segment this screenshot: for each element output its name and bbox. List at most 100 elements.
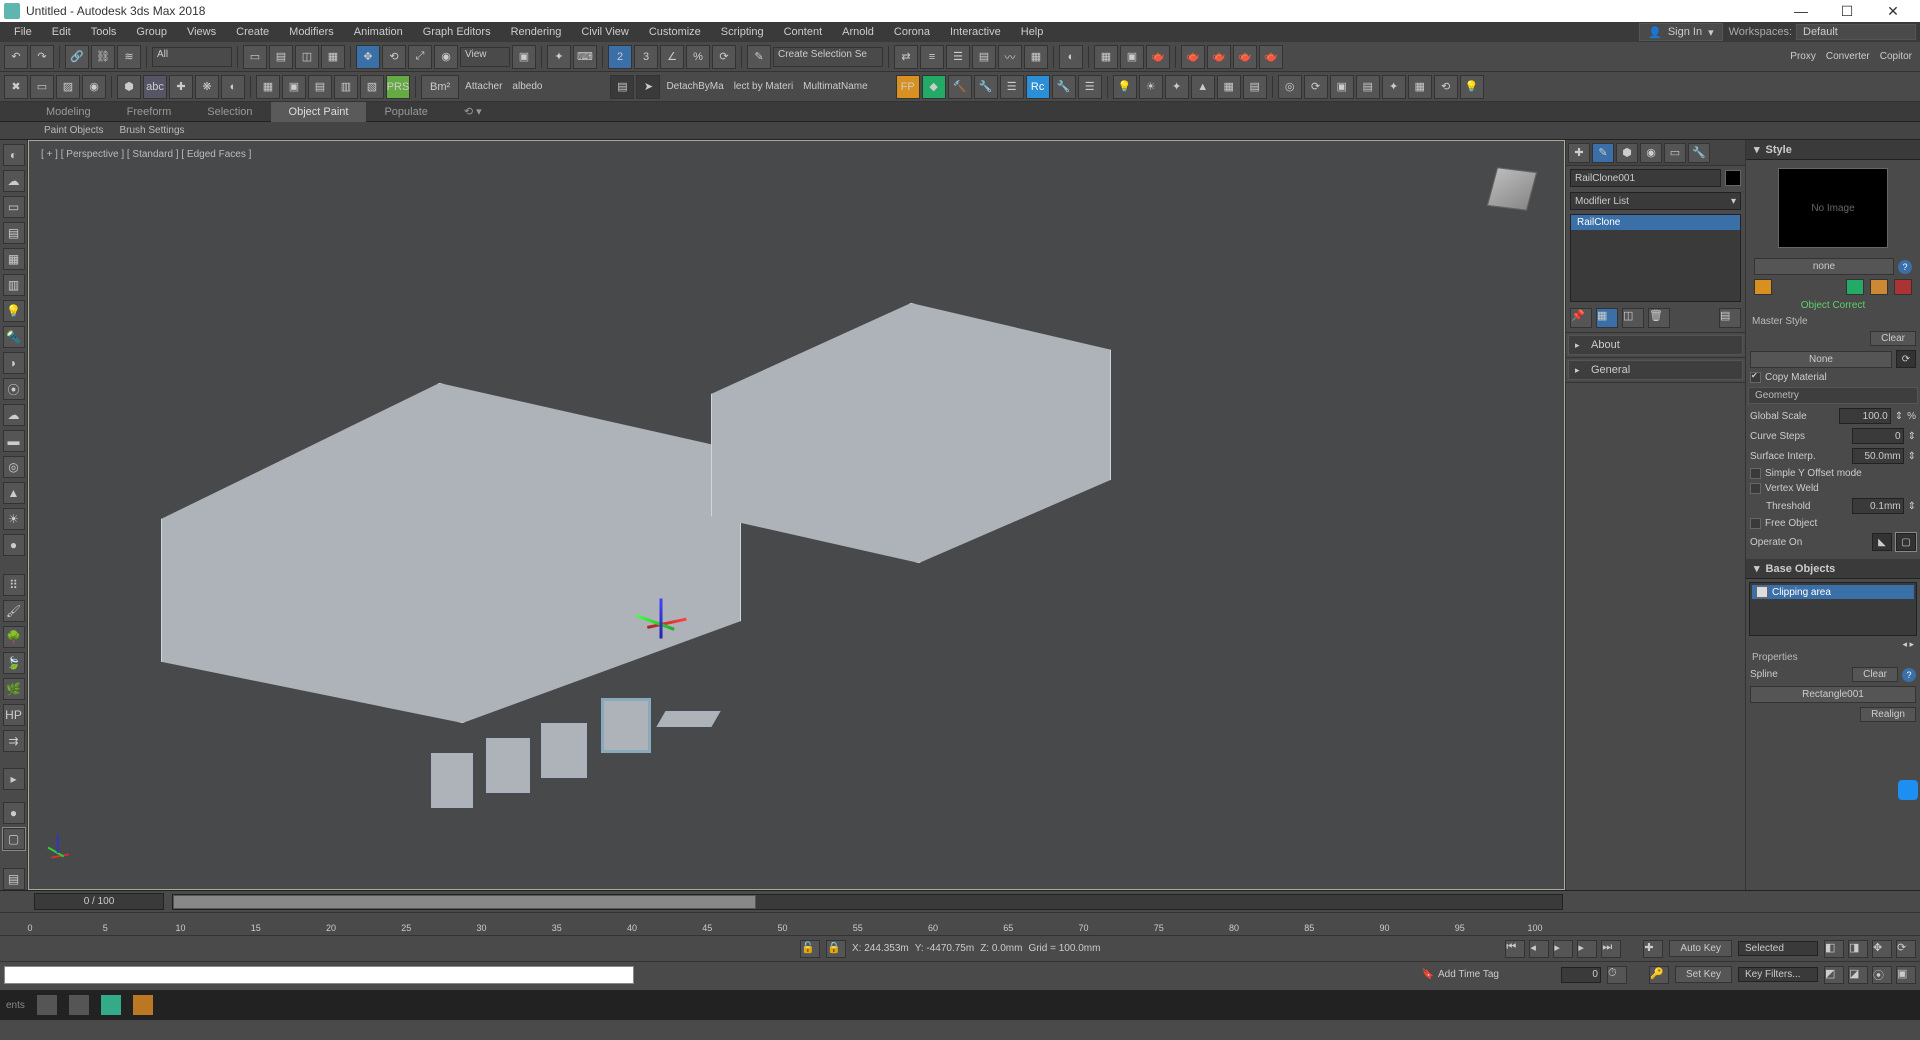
render-setup-button[interactable]: ▦ <box>1094 45 1118 69</box>
multimat-label[interactable]: MultimatName <box>799 81 871 92</box>
tab-populate[interactable]: Populate <box>366 102 445 122</box>
window-crossing-button[interactable]: ▦ <box>321 45 345 69</box>
render-frame-button[interactable]: ▣ <box>1120 45 1144 69</box>
ls-fill[interactable]: ▬ <box>3 430 25 452</box>
ls-circle[interactable]: ⦿ <box>3 378 25 400</box>
misc-7-button[interactable]: ⟲ <box>1434 75 1458 99</box>
ls-arrows[interactable]: ⇉ <box>3 730 25 752</box>
taskbar-icon-4[interactable] <box>133 995 153 1015</box>
nav-7-button[interactable]: ⦿ <box>1872 966 1892 984</box>
select-object-button[interactable]: ▭ <box>243 45 267 69</box>
tab-freeform[interactable]: Freeform <box>109 102 190 122</box>
ls-rect1[interactable]: ▭ <box>3 196 25 218</box>
dark-tool-1[interactable]: ▤ <box>610 75 634 99</box>
hierarchy-tab[interactable]: ⬢ <box>1616 143 1638 163</box>
keyboard-button[interactable]: ⌨ <box>573 45 597 69</box>
next-frame-button[interactable]: ▸ <box>1577 940 1597 958</box>
maximize-button[interactable]: ☐ <box>1824 0 1870 22</box>
tool-b3[interactable]: ✚ <box>169 75 193 99</box>
teapot-4-button[interactable]: 🫖 <box>1259 45 1283 69</box>
misc-5-button[interactable]: ✦ <box>1382 75 1406 99</box>
spline-clear-button[interactable]: Clear <box>1852 667 1898 682</box>
copitor-label[interactable]: Copitor <box>1876 51 1916 62</box>
tool-c3[interactable]: ▤ <box>308 75 332 99</box>
tool-a2[interactable]: ▭ <box>30 75 54 99</box>
time-config-button[interactable]: ⏱ <box>1607 966 1627 984</box>
tab-modeling[interactable]: Modeling <box>28 102 109 122</box>
spinner-snap-button[interactable]: ⟳ <box>712 45 736 69</box>
style-delete-icon[interactable] <box>1894 279 1912 295</box>
rectangle-button[interactable]: Rectangle001 <box>1750 686 1916 703</box>
menu-scripting[interactable]: Scripting <box>711 22 774 42</box>
placement-button[interactable]: ◉ <box>434 45 458 69</box>
remove-mod-button[interactable]: 🗑 <box>1648 308 1670 328</box>
surface-interp-spinner[interactable]: 50.0mm <box>1852 448 1904 464</box>
free-object-check[interactable] <box>1750 518 1761 529</box>
hammer-button[interactable]: 🔨 <box>948 75 972 99</box>
ref-coord-system[interactable]: View <box>460 47 510 67</box>
current-frame-spinner[interactable]: 0 <box>1561 967 1601 983</box>
auto-key-button[interactable]: Auto Key <box>1669 940 1732 957</box>
ls-dome[interactable]: ◗ <box>3 352 25 374</box>
iso-sel-button[interactable]: 🔒 <box>826 940 846 958</box>
redo-button[interactable]: ↷ <box>30 45 54 69</box>
tool-b1[interactable]: ⬢ <box>117 75 141 99</box>
ls-ring[interactable]: ◎ <box>3 456 25 478</box>
key-filters-button[interactable]: Key Filters... <box>1738 967 1818 982</box>
menu-graph-editors[interactable]: Graph Editors <box>413 22 501 42</box>
teamviewer-badge[interactable] <box>1898 780 1918 800</box>
realign-button[interactable]: Realign <box>1860 707 1916 722</box>
utilities-tab[interactable]: 🔧 <box>1688 143 1710 163</box>
tool-c2[interactable]: ▣ <box>282 75 306 99</box>
teapot-2-button[interactable]: 🫖 <box>1207 45 1231 69</box>
menu-animation[interactable]: Animation <box>344 22 413 42</box>
wrench-button[interactable]: 🔧 <box>974 75 998 99</box>
ls-glow[interactable]: ● <box>3 534 25 556</box>
configure-button[interactable]: ▤ <box>1719 308 1741 328</box>
motion-tab[interactable]: ◉ <box>1640 143 1662 163</box>
unlink-button[interactable]: ⛓ <box>91 45 115 69</box>
light-2-button[interactable]: ☀ <box>1139 75 1163 99</box>
misc-1-button[interactable]: ◎ <box>1278 75 1302 99</box>
tool-b4[interactable]: ❋ <box>195 75 219 99</box>
ls-plant[interactable]: 🌿 <box>3 678 25 700</box>
menu-arnold[interactable]: Arnold <box>832 22 884 42</box>
modifier-list-dropdown[interactable]: Modifier List ▾ <box>1570 192 1741 210</box>
frame-counter[interactable]: 0 / 100 <box>34 893 164 910</box>
style-new-icon[interactable] <box>1846 279 1864 295</box>
teapot-3-button[interactable]: 🫖 <box>1233 45 1257 69</box>
ls-smoke[interactable]: ☁ <box>3 404 25 426</box>
close-button[interactable]: ✕ <box>1870 0 1916 22</box>
misc-3-button[interactable]: ▣ <box>1330 75 1354 99</box>
converter-label[interactable]: Converter <box>1822 51 1874 62</box>
timeline-ruler[interactable]: 0510152025303540455055606570758085909510… <box>0 913 1920 935</box>
object-color-swatch[interactable] <box>1725 170 1741 186</box>
nav-8-button[interactable]: ▣ <box>1896 966 1916 984</box>
operate-tri-button[interactable]: ◣ <box>1872 533 1892 551</box>
ls-sphere[interactable]: ◐ <box>3 144 25 166</box>
light-5-button[interactable]: ▦ <box>1217 75 1241 99</box>
abc-button[interactable]: abc <box>143 75 167 99</box>
create-tab[interactable]: ✚ <box>1568 143 1590 163</box>
tool-a3[interactable]: ▨ <box>56 75 80 99</box>
set-key-button[interactable]: Set Key <box>1675 966 1732 983</box>
light-4-button[interactable]: ▲ <box>1191 75 1215 99</box>
light-3-button[interactable]: ✦ <box>1165 75 1189 99</box>
make-unique-button[interactable]: ◫ <box>1622 308 1644 328</box>
rc-button[interactable]: Rc <box>1026 75 1050 99</box>
ls-hp[interactable]: HP <box>3 704 25 726</box>
select-region-button[interactable]: ◫ <box>295 45 319 69</box>
rollout-about[interactable]: ▸ About <box>1568 335 1743 355</box>
fp-button[interactable]: FP <box>896 75 920 99</box>
goto-start-button[interactable]: ⏮ <box>1505 940 1525 958</box>
green-point-button[interactable]: ◆ <box>922 75 946 99</box>
menu-interactive[interactable]: Interactive <box>940 22 1011 42</box>
ls-bottom[interactable]: ▤ <box>3 868 25 890</box>
lock-sel-button[interactable]: 🔓 <box>800 940 820 958</box>
scale-button[interactable]: ⤢ <box>408 45 432 69</box>
nav-6-button[interactable]: ◪ <box>1848 966 1868 984</box>
layers-button[interactable]: ☰ <box>946 45 970 69</box>
help-icon[interactable]: ? <box>1898 260 1912 274</box>
style-rollout-header[interactable]: ▾ Style <box>1746 140 1920 160</box>
nav-3-button[interactable]: ✥ <box>1872 940 1892 958</box>
